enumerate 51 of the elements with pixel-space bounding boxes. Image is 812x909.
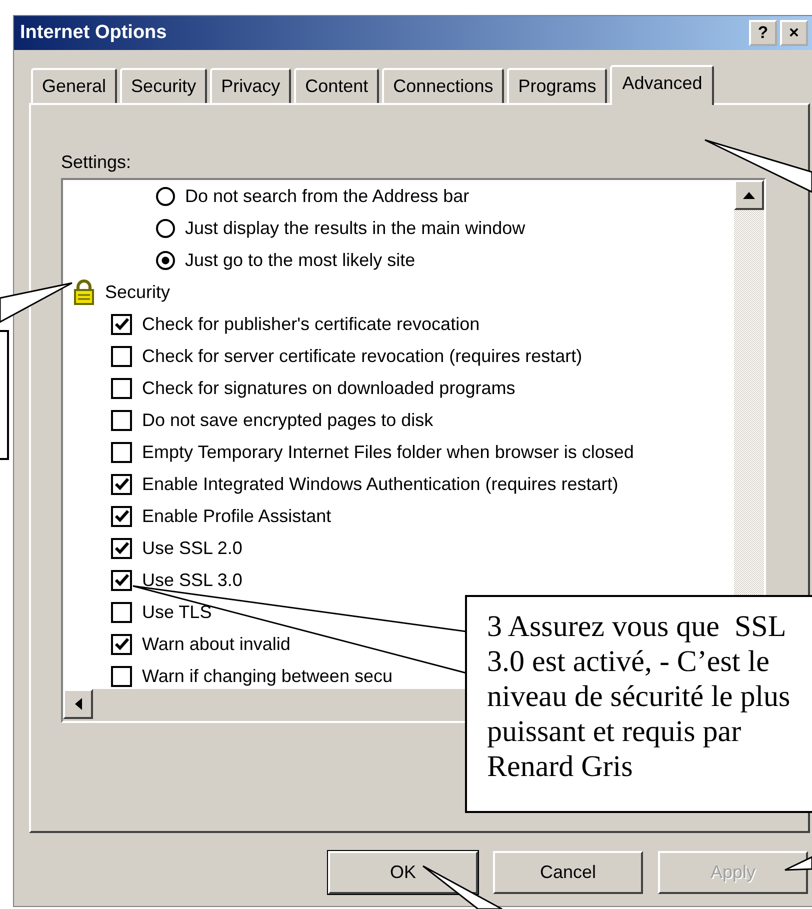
tab[interactable]: General [31,68,118,103]
checkbox[interactable] [111,506,132,526]
option-label: Just go to the most likely site [185,249,416,271]
scroll-left-button[interactable] [63,689,93,719]
checkbox[interactable] [111,570,132,590]
tab[interactable]: Content [294,68,380,103]
checkbox[interactable] [111,346,132,366]
scroll-up-button[interactable] [734,180,764,210]
leader-line [784,856,812,871]
close-button[interactable]: × [780,20,808,46]
tab[interactable]: Connections [382,68,504,103]
checkbox[interactable] [111,602,132,622]
checkbox[interactable] [111,314,132,334]
checkbox[interactable] [111,474,132,494]
window-title: Internet Options [20,20,168,45]
tab[interactable]: Advanced [610,65,714,105]
settings-label: Settings: [61,151,132,174]
left-arrow-icon [74,698,82,710]
option-label: Check for publisher's certificate revocation [142,313,480,335]
checkbox[interactable] [111,666,132,686]
option-label: Use SSL 2.0 [142,537,242,559]
option-label: Check for signatures on downloaded programs [142,377,516,399]
group-label: Security [105,281,170,303]
option-label: Check for server certificate revocation (requires restart) [142,345,582,367]
tab[interactable]: Security [120,68,208,103]
checkbox[interactable] [111,378,132,398]
radio-button[interactable] [156,186,175,206]
option-label: Do not save encrypted pages to disk [142,409,434,431]
option-label: Do not search from the Address bar [185,185,470,207]
checkbox[interactable] [111,634,132,654]
checkbox[interactable] [111,410,132,430]
checkbox[interactable] [111,442,132,462]
option-label: Use TLS [142,601,212,623]
option-label: Enable Profile Assistant [142,505,332,527]
callout-text: 3 Assurez vous que SSL 3.0 est activé, - C’est le niveau de sécurité le plus puissant et requis par Renard Gris [487,610,792,783]
up-arrow-icon [743,192,755,198]
tab[interactable]: Privacy [210,68,292,103]
option-label: Empty Temporary Internet Files folder when browser is closed [142,441,634,463]
tab[interactable]: Programs [507,68,608,103]
radio-button[interactable] [156,250,175,270]
option-label: Enable Integrated Windows Authentication (requires restart) [142,473,618,495]
help-button[interactable]: ? [749,20,777,46]
option-label: Use SSL 3.0 [142,569,242,591]
option-label: Warn about invalid [142,633,290,655]
ok-button[interactable]: OK [328,851,478,894]
lock-icon [71,279,97,305]
option-label: Just display the results in the main window [185,217,526,239]
cancel-button[interactable]: Cancel [493,851,643,894]
radio-button[interactable] [156,218,175,238]
checkbox[interactable] [111,538,132,558]
option-label: Warn if changing between secu [142,665,392,687]
